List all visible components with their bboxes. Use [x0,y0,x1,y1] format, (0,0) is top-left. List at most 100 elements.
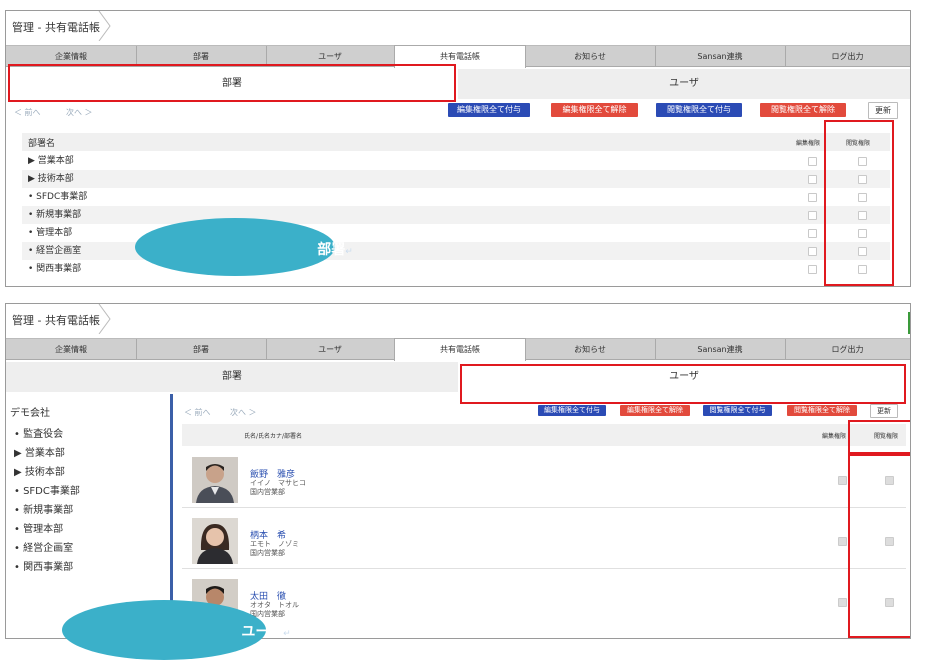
edit-permission-checkbox[interactable] [808,175,817,184]
edit-permission-checkbox[interactable] [808,265,817,274]
grant-all-view-button[interactable]: 閲覧権限全て付与 [703,405,772,416]
tab-shared-phonebook[interactable]: 共有電話帳 [394,338,526,361]
callout-user: ユーザ↵ [62,600,291,660]
revoke-all-view-button[interactable]: 閲覧権限全て解除 [787,405,857,416]
dept-row-label: • 新規事業部 [28,210,82,220]
user-table-header: 氏名/氏名カナ/部署名 編集権限 閲覧権限 [182,424,906,446]
scroll-indicator [908,312,910,334]
dept-row-label: • 経営企画室 [28,246,82,256]
subtab-user[interactable]: ユーザ [458,69,910,99]
tab-shared-phonebook[interactable]: 共有電話帳 [394,45,526,68]
edit-permission-checkbox[interactable] [808,211,817,220]
sidebar-item[interactable]: ▶ 営業本部 [14,444,65,459]
user-row[interactable]: 飯野 雅彦 イイノ マサヒコ 国内営業部 [182,447,906,508]
grant-all-view-button[interactable]: 閲覧権限全て付与 [656,103,742,117]
view-permission-checkbox[interactable] [858,175,867,184]
dept-permission-panel: 管理 - 共有電話帳 企業情報 部署 ユーザ 共有電話帳 お知らせ Sansan… [5,10,911,287]
revoke-all-edit-button[interactable]: 編集権限全て解除 [620,405,690,416]
view-permission-header: 閲覧権限 [874,433,899,440]
tab-user[interactable]: ユーザ [266,339,395,359]
return-mark: ↵ [345,247,353,257]
dept-table-header: 部署名 編集権限 閲覧権限 [22,133,890,151]
user-row[interactable]: 太田 徹 オオタ トオル 国内営業部 [182,569,906,629]
user-dept: 国内営業部 [250,488,285,496]
breadcrumb: 管理 - 共有電話帳 [6,11,126,41]
pager-prev[interactable]: ＜ 前へ [184,407,211,418]
dept-row-label: • SFDC事業部 [28,192,88,202]
edit-permission-header: 編集権限 [822,433,847,440]
edit-permission-checkbox[interactable] [808,247,817,256]
breadcrumb: 管理 - 共有電話帳 [6,304,126,334]
view-permission-checkbox[interactable] [858,265,867,274]
tab-company[interactable]: 企業情報 [6,46,137,66]
main-tabs: 企業情報 部署 ユーザ 共有電話帳 お知らせ Sansan連携 ログ出力 [6,45,910,68]
callout-dept: 部署↵ [135,218,353,276]
pager-next[interactable]: 次へ ＞ [66,107,93,118]
dept-row[interactable]: ▶ 技術本部 [22,170,890,188]
edit-permission-checkbox[interactable] [838,598,847,607]
view-permission-checkbox[interactable] [885,598,894,607]
subtab-department[interactable]: 部署 [6,362,458,392]
grant-all-edit-button[interactable]: 編集権限全て付与 [448,103,530,117]
view-permission-checkbox[interactable] [858,247,867,256]
pager-prev[interactable]: ＜ 前へ [14,107,41,118]
dept-row[interactable]: • 新規事業部 [22,206,890,224]
callout-dept-label: 部署 [317,242,346,258]
user-permission-panel: 管理 - 共有電話帳 企業情報 部署 ユーザ 共有電話帳 お知らせ Sansan… [5,303,911,639]
tab-notice[interactable]: お知らせ [525,46,656,66]
user-name-header: 氏名/氏名カナ/部署名 [244,433,303,440]
tab-user[interactable]: ユーザ [266,46,395,66]
tab-log-output[interactable]: ログ出力 [785,46,910,66]
view-permission-header: 閲覧権限 [846,140,871,147]
sidebar-item[interactable]: • SFDC事業部 [14,482,80,497]
edit-permission-checkbox[interactable] [808,193,817,202]
view-permission-checkbox[interactable] [885,476,894,485]
grant-all-edit-button[interactable]: 編集権限全て付与 [538,405,606,416]
user-photo-icon [192,518,238,564]
tab-log-output[interactable]: ログ出力 [785,339,910,359]
pager-next[interactable]: 次へ ＞ [230,407,257,418]
edit-permission-checkbox[interactable] [808,229,817,238]
subtab-user[interactable]: ユーザ [458,362,910,392]
sidebar-item[interactable]: • 経営企画室 [14,539,73,554]
breadcrumb-title[interactable]: 管理 - 共有電話帳 [12,312,100,328]
subtabs: 部署 ユーザ [6,362,910,392]
sidebar-item[interactable]: • 関西事業部 [14,558,73,573]
view-permission-checkbox[interactable] [858,193,867,202]
breadcrumb-chevron-icon [98,11,111,41]
revoke-all-edit-button[interactable]: 編集権限全て解除 [551,103,638,117]
subtab-department[interactable]: 部署 [6,69,458,99]
edit-permission-checkbox[interactable] [838,476,847,485]
refresh-button[interactable]: 更新 [870,404,898,418]
tab-department[interactable]: 部署 [136,46,267,66]
edit-permission-checkbox[interactable] [808,157,817,166]
user-row[interactable]: 柄本 希 エモト ノゾミ 国内営業部 [182,508,906,569]
user-avatar [192,457,238,503]
edit-permission-checkbox[interactable] [838,537,847,546]
user-photo-icon [192,457,238,503]
dept-row[interactable]: • SFDC事業部 [22,188,890,206]
sidebar-item[interactable]: • 新規事業部 [14,501,73,516]
dept-name-header: 部署名 [28,139,56,149]
tab-notice[interactable]: お知らせ [525,339,656,359]
view-permission-checkbox[interactable] [858,229,867,238]
sidebar-item[interactable]: • 管理本部 [14,520,63,535]
tab-sansan[interactable]: Sansan連携 [655,339,786,359]
sidebar-item[interactable]: ▶ 技術本部 [14,463,65,478]
view-permission-checkbox[interactable] [858,211,867,220]
dept-row[interactable]: ▶ 営業本部 [22,152,890,170]
view-permission-checkbox[interactable] [858,157,867,166]
main-tabs: 企業情報 部署 ユーザ 共有電話帳 お知らせ Sansan連携 ログ出力 [6,338,910,361]
view-permission-checkbox[interactable] [885,537,894,546]
tab-company[interactable]: 企業情報 [6,339,137,359]
breadcrumb-title[interactable]: 管理 - 共有電話帳 [12,19,100,35]
tab-department[interactable]: 部署 [136,339,267,359]
company-name[interactable]: デモ会社 [10,404,50,419]
revoke-all-view-button[interactable]: 閲覧権限全て解除 [760,103,846,117]
subtabs: 部署 ユーザ [6,69,910,99]
dept-row-label: ▶ 技術本部 [28,174,74,184]
refresh-button[interactable]: 更新 [868,102,898,119]
tab-sansan[interactable]: Sansan連携 [655,46,786,66]
sidebar-item[interactable]: • 監査役会 [14,425,63,440]
user-avatar [192,518,238,564]
